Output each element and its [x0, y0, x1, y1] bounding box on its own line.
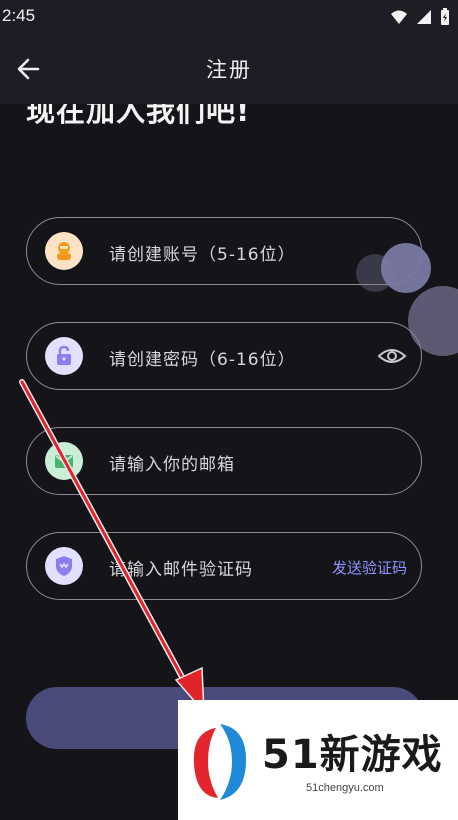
password-field[interactable]: 请创建密码（6-16位）: [26, 322, 422, 390]
password-field-icon: [45, 337, 83, 375]
password-field-label: 请创建密码（6-16位）: [109, 350, 296, 370]
user-icon: [57, 242, 71, 260]
lock-icon: [57, 345, 71, 365]
mail-icon: [55, 455, 73, 468]
show-password-button[interactable]: [377, 343, 407, 369]
account-field-label: 请创建账号（5-16位）: [109, 245, 296, 265]
watermark: 51新游戏 51chengyu.com: [178, 700, 458, 820]
status-bar: 2:45: [0, 0, 458, 34]
eye-icon: [377, 349, 407, 363]
status-icons: [390, 8, 450, 26]
watermark-brand: 51新游戏: [262, 732, 443, 778]
code-field-label: 请输入邮件验证码: [109, 560, 253, 580]
app-bar: 注册: [0, 34, 458, 104]
code-field-icon: [45, 547, 83, 585]
decorative-bubble: [381, 243, 431, 293]
account-field[interactable]: 请创建账号（5-16位）: [26, 217, 422, 285]
shield-icon: [56, 556, 72, 576]
status-time: 2:45: [2, 6, 36, 25]
page-title: 注册: [206, 58, 252, 82]
account-field-icon: [45, 232, 83, 270]
send-code-button[interactable]: 发送验证码: [332, 557, 407, 578]
email-field[interactable]: 请输入你的邮箱: [26, 427, 422, 495]
signal-icon: [417, 10, 431, 24]
battery-icon: [441, 8, 449, 25]
wifi-icon: [391, 10, 407, 24]
email-field-icon: [45, 442, 83, 480]
code-field[interactable]: 请输入邮件验证码 发送验证码: [26, 532, 422, 600]
email-field-label: 请输入你的邮箱: [109, 455, 235, 475]
watermark-url: 51chengyu.com: [306, 782, 384, 794]
brand-logo-icon: [193, 724, 246, 800]
